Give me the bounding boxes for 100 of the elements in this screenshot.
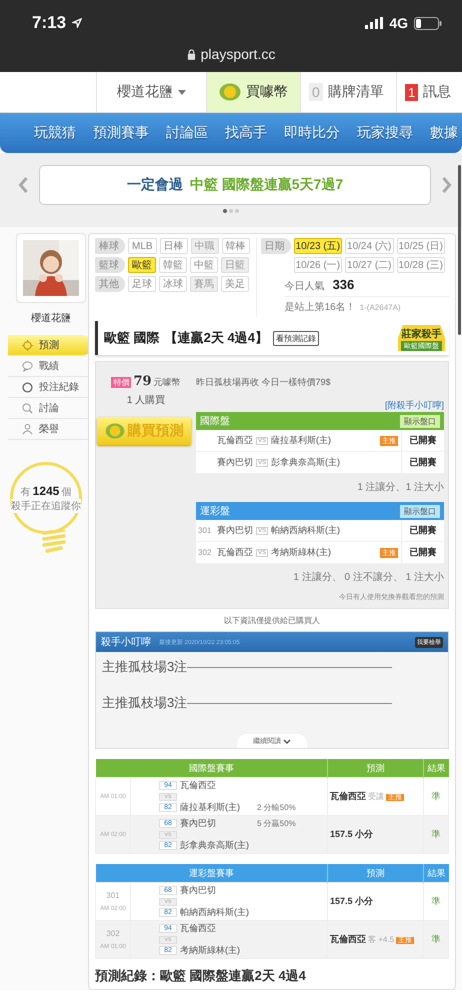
followers-prefix: 有 bbox=[20, 486, 31, 498]
messages-link[interactable]: 1 訊息 bbox=[396, 72, 462, 112]
pager-dot[interactable] bbox=[229, 209, 233, 213]
result-cell: 準 bbox=[424, 816, 448, 854]
game-number: 301 bbox=[198, 526, 212, 535]
date-chip[interactable]: 10/24 (六) bbox=[345, 238, 394, 254]
menu-item[interactable]: 預測賽事 bbox=[93, 124, 149, 142]
url-text[interactable]: playsport.cc bbox=[200, 46, 276, 62]
column-header: 預測 bbox=[328, 759, 424, 778]
column-header: 結果 bbox=[424, 864, 448, 882]
location-arrow-icon bbox=[72, 18, 82, 28]
team-name: 考納斯綠林(主) bbox=[271, 546, 332, 559]
banner-text: 一定會過 bbox=[126, 176, 183, 194]
coin-icon bbox=[104, 423, 124, 439]
column-header: 預測 bbox=[328, 864, 424, 882]
price-unit: 元噱幣 bbox=[154, 376, 181, 389]
pager-dot[interactable] bbox=[223, 209, 227, 213]
sport-chip[interactable]: 中籃 bbox=[190, 257, 218, 273]
date-chip[interactable]: 10/28 (三) bbox=[396, 257, 445, 273]
magnifier-icon bbox=[22, 402, 33, 414]
show-odds-button[interactable]: 顯示盤口 bbox=[400, 504, 440, 518]
team-name: 薩拉基利斯(主) bbox=[271, 434, 332, 447]
sport-chip[interactable]: 韓棒 bbox=[222, 238, 250, 254]
rank-text: 是站上第16名！ bbox=[284, 300, 356, 314]
show-odds-button[interactable]: 顯示盤口 bbox=[400, 414, 440, 428]
date-chip[interactable]: 10/27 (二) bbox=[345, 257, 394, 273]
records-button[interactable]: 看預測記錄 bbox=[272, 330, 319, 346]
category-label: 籃球 bbox=[95, 257, 125, 273]
popularity-label: 今日人氣 bbox=[284, 280, 325, 293]
menu-item[interactable]: 即時比分 bbox=[284, 124, 340, 142]
result-cell: 準 bbox=[424, 920, 448, 958]
pager-dot[interactable] bbox=[235, 209, 239, 213]
signal-icon bbox=[365, 17, 384, 29]
team-name: 賽內巴切 bbox=[217, 456, 253, 469]
game-status: 已開賽 bbox=[401, 430, 444, 451]
sport-chip[interactable]: 韓籃 bbox=[159, 257, 187, 273]
team-name: 帕納西納科斯(主) bbox=[271, 524, 340, 537]
sport-chip[interactable]: MLB bbox=[128, 238, 157, 254]
sport-chip[interactable]: 日棒 bbox=[160, 238, 188, 254]
price-amount: 79 bbox=[133, 374, 152, 389]
date-chip[interactable]: 10/25 (日) bbox=[396, 238, 445, 254]
buyers-only-note: 以下資訊僅提供給已購買人 bbox=[223, 615, 321, 626]
bet-summary: 1 注讓分、 0 注不讓分、 1 注大小 bbox=[292, 570, 444, 584]
game-status: 已開賽 bbox=[401, 452, 444, 473]
menu-item[interactable]: 玩競猜 bbox=[34, 124, 76, 142]
chevron-down-icon bbox=[283, 738, 291, 744]
tip-text: 主推孤枝場3注 bbox=[102, 694, 188, 712]
buy-coins-button[interactable]: 買噱幣 bbox=[206, 72, 300, 112]
tips-title: 殺手小叮嚀 bbox=[101, 636, 151, 649]
clock-time: 7:13 bbox=[32, 13, 66, 33]
column-header: 國際盤賽事 bbox=[96, 759, 328, 778]
category-label: 棒球 bbox=[95, 238, 125, 254]
followers-count: 1245 bbox=[32, 484, 60, 498]
menu-item[interactable]: 玩家搜尋 bbox=[357, 124, 413, 142]
profile-name: 櫻道花鹽 bbox=[30, 312, 72, 325]
team-name: 彭拿典奈高斯(主) bbox=[271, 456, 340, 469]
battery-icon bbox=[414, 16, 442, 30]
popularity-value: 336 bbox=[332, 277, 354, 292]
streak-text: 【連贏2天 4過4】 bbox=[164, 329, 268, 347]
followers-caption: 殺手正在追蹤你 bbox=[11, 498, 81, 512]
panel-title: 運彩盤 bbox=[200, 505, 230, 518]
badge-title: 莊家殺手 bbox=[402, 327, 442, 341]
followers-suffix: 個 bbox=[61, 486, 72, 498]
lock-icon bbox=[186, 49, 196, 60]
prediction-title: 歐籃 國際 bbox=[104, 329, 160, 347]
target-icon bbox=[22, 340, 33, 350]
sport-chip[interactable]: 美足 bbox=[221, 276, 249, 292]
caret-icon bbox=[178, 90, 186, 94]
menu-item[interactable]: 找高手 bbox=[225, 124, 267, 142]
banner-text: 中籃 國際盤連贏5天7過7 bbox=[190, 176, 344, 194]
network-label: 4G bbox=[389, 15, 408, 31]
buyers-count: 1 人購買 bbox=[126, 394, 166, 407]
game-status: 已開賽 bbox=[401, 542, 444, 563]
prediction-cell: 157.5 小分 bbox=[328, 816, 424, 854]
team-name: 瓦倫西亞 bbox=[217, 546, 253, 559]
team-name: 瓦倫西亞 bbox=[217, 434, 253, 447]
cart-link[interactable]: 0 購牌清單 bbox=[300, 72, 396, 112]
menu-item[interactable]: 數據 bbox=[430, 124, 458, 142]
records-heading: 預測紀錄：歐籃 國際盤連贏2天 4過4 bbox=[95, 967, 307, 985]
bet-summary: 1 注讓分、1 注大小 bbox=[356, 480, 444, 494]
tip-text: 主推孤枝場3注 bbox=[102, 658, 188, 676]
promo-banner[interactable]: 一定會過 中籃 國際盤連贏5天7過7 bbox=[39, 165, 431, 205]
circle-icon bbox=[22, 382, 33, 392]
game-number: 302 bbox=[198, 548, 212, 557]
team-name: 賽內巴切 bbox=[217, 524, 253, 537]
date-chip[interactable]: 10/26 (一) bbox=[294, 257, 342, 273]
sport-chip[interactable]: 冰球 bbox=[159, 276, 187, 292]
sport-chip[interactable]: 足球 bbox=[128, 276, 156, 292]
menu-item[interactable]: 討論區 bbox=[166, 124, 208, 142]
tips-link[interactable]: [附殺手小叮嚀] bbox=[384, 399, 444, 412]
rank-note: 1-(A2647A) bbox=[360, 303, 401, 312]
game-status: 已開賽 bbox=[401, 520, 444, 541]
person-icon bbox=[22, 424, 33, 434]
coin-icon bbox=[219, 83, 241, 101]
column-header: 結果 bbox=[424, 759, 448, 778]
date-chip[interactable]: 10/23 (五) bbox=[294, 238, 342, 254]
sale-tag: 特價 bbox=[111, 377, 132, 388]
date-label: 日期 bbox=[260, 238, 291, 254]
sport-chip[interactable]: 歐籃 bbox=[128, 257, 156, 273]
chat-bubble-icon bbox=[22, 360, 33, 372]
